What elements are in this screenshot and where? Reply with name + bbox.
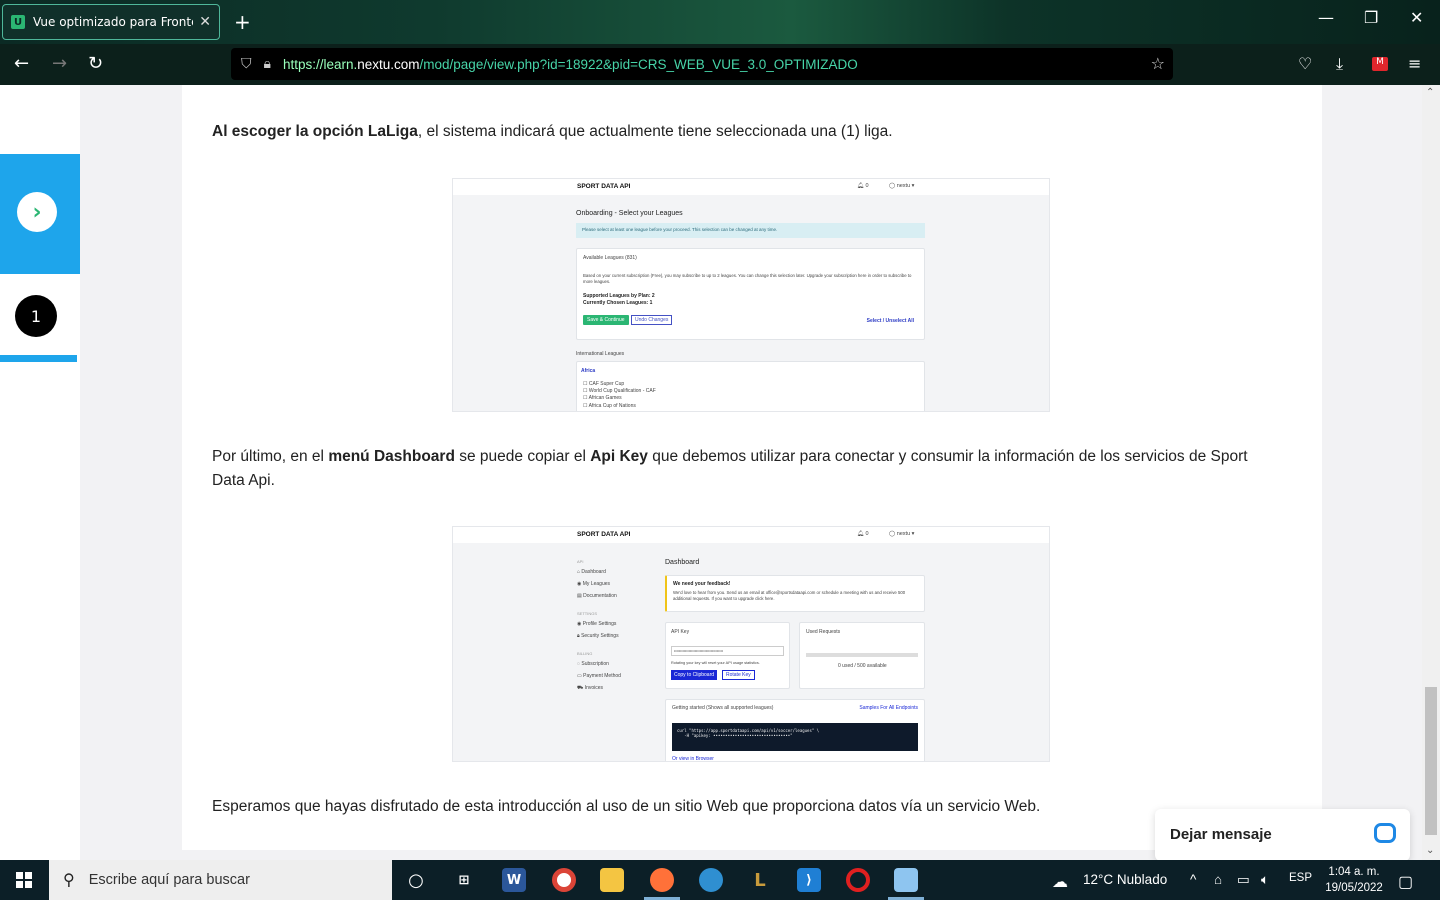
scroll-thumb[interactable] [1425, 687, 1437, 835]
word-icon[interactable]: W [502, 868, 526, 892]
opera-icon[interactable] [846, 868, 870, 892]
info-alert: Please select at least one league before… [576, 223, 925, 238]
edge-icon[interactable] [699, 868, 723, 892]
step-progress-bar [0, 355, 77, 362]
bell-icon: 🔔︎ 0 [857, 183, 869, 189]
onboarding-screenshot: SPORT DATA API 🔔︎ 0 ◯ nextu ▾ Onboarding… [452, 178, 1050, 412]
minimize-icon[interactable]: — [1318, 8, 1334, 27]
language-indicator[interactable]: ESP [1289, 872, 1312, 884]
forward-icon[interactable]: → [52, 53, 67, 74]
task-view-icon[interactable]: ⊞ [452, 868, 476, 892]
page-viewport: › 1 Al escoger la opción LaLiga, el sist… [0, 85, 1440, 860]
leagues-list-card: Africa ☐ CAF Super Cup ☐ World Cup Quali… [576, 361, 925, 411]
back-icon[interactable]: ← [14, 53, 29, 74]
scroll-up-icon[interactable]: ⌃ [1426, 87, 1434, 98]
page-scrollbar[interactable]: ⌃ ⌄ [1422, 85, 1440, 860]
chat-widget[interactable]: Dejar mensaje [1155, 809, 1410, 860]
cortana-icon[interactable]: ○ [404, 868, 428, 892]
search-placeholder: Escribe aquí para buscar [88, 872, 250, 888]
paint-icon[interactable] [894, 868, 918, 892]
select-all-link: Select / Unselect All [866, 318, 914, 324]
copy-clipboard-button: Copy to Clipboard [671, 670, 718, 680]
getting-started-card: Getting started (Shows all supported lea… [665, 699, 925, 761]
maximize-icon[interactable]: ❐ [1364, 8, 1378, 27]
used-requests-card: Used Requests 0 used / 500 available [799, 622, 925, 689]
chat-label: Dejar mensaje [1170, 826, 1272, 843]
network-icon[interactable]: ▭ [1237, 872, 1250, 888]
code-block: curl "https://app.sportdataapi.com/api/v… [672, 723, 918, 751]
new-tab-button[interactable]: + [234, 10, 251, 34]
system-clock[interactable]: 1:04 a. m. 19/05/2022 [1322, 864, 1386, 896]
user-menu: ◯ nextu ▾ [889, 531, 915, 537]
windows-taskbar: ⚲ Escribe aquí para buscar ○ ⊞ W L ⟩ ☁ 1… [0, 860, 1440, 900]
close-window-icon[interactable]: ✕ [1410, 8, 1423, 27]
scroll-down-icon[interactable]: ⌄ [1426, 845, 1434, 856]
url-bar[interactable]: ⛉ 🔒︎ https://learn.nextu.com/mod/page/vi… [231, 48, 1173, 80]
step-number[interactable]: 1 [15, 295, 57, 337]
cloud-icon[interactable]: ☁ [1052, 872, 1068, 892]
bell-icon: 🔔︎ 0 [857, 531, 869, 537]
dashboard-screenshot: SPORT DATA API 🔔︎ 0 ◯ nextu ▾ API ⌂ Dash… [452, 526, 1050, 762]
api-key-card: API Key ••••••••••••••••••••••••••••••••… [665, 622, 790, 689]
tray-chevron-icon[interactable]: ^ [1190, 872, 1196, 887]
taskbar-search[interactable]: ⚲ Escribe aquí para buscar [49, 860, 392, 900]
vscode-icon[interactable]: ⟩ [797, 868, 821, 892]
windows-start-icon[interactable] [16, 872, 32, 888]
volume-icon[interactable]: 🔈︎ [1261, 872, 1269, 888]
search-icon: ⚲ [63, 872, 75, 889]
url-text: https://learn.nextu.com/mod/page/view.ph… [282, 56, 858, 72]
site-favicon-icon: U [11, 15, 25, 29]
paragraph-dashboard: Por último, en el menú Dashboard se pued… [212, 448, 1248, 489]
pocket-icon[interactable]: ♡ [1298, 54, 1312, 73]
chat-bubble-icon[interactable] [1374, 823, 1396, 843]
paragraph-laliga: Al escoger la opción LaLiga, el sistema … [212, 123, 893, 140]
league-of-legends-icon[interactable]: L [748, 868, 772, 892]
file-explorer-icon[interactable] [600, 868, 624, 892]
user-menu: ◯ nextu ▾ [889, 183, 915, 189]
chrome-icon[interactable] [552, 868, 576, 892]
bookmark-star-icon[interactable]: ☆ [1151, 54, 1165, 73]
undo-changes-button: Undo Changes [631, 315, 673, 325]
menu-icon[interactable]: ≡ [1408, 54, 1421, 73]
notifications-icon[interactable]: ▢ [1398, 872, 1413, 892]
camera-icon[interactable]: ⌂ [1214, 872, 1222, 887]
expand-chevron-icon[interactable]: › [17, 192, 57, 232]
browser-tab-active[interactable]: U Vue optimizado para Frontend ✕ [2, 4, 220, 40]
close-tab-icon[interactable]: ✕ [199, 14, 211, 30]
extension-icon[interactable]: M [1372, 57, 1388, 71]
shield-icon[interactable]: ⛉ [241, 56, 252, 72]
feedback-card: We need your feedback! We'd love to hear… [665, 575, 925, 612]
browser-tab-strip: U Vue optimizado para Frontend ✕ + — ❐ ✕ [0, 0, 1440, 44]
download-icon[interactable]: ⤓ [1336, 54, 1343, 74]
firefox-icon[interactable] [650, 868, 674, 892]
weather-text[interactable]: 12°C Nublado [1083, 872, 1167, 887]
course-sidebar: › 1 [0, 85, 80, 860]
lesson-content: Al escoger la opción LaLiga, el sistema … [182, 85, 1322, 850]
sport-data-brand: SPORT DATA API [577, 183, 631, 190]
lock-icon[interactable]: 🔒︎ [264, 56, 271, 72]
tab-title: Vue optimizado para Frontend [33, 15, 193, 29]
reload-icon[interactable]: ↻ [88, 53, 103, 74]
save-continue-button: Save & Continue [583, 315, 629, 325]
rotate-key-button: Rotate Key [722, 670, 755, 680]
available-leagues-card: Available Leagues (831) Based on your cu… [576, 248, 925, 340]
onboarding-title: Onboarding - Select your Leagues [576, 210, 683, 217]
paragraph-closing: Esperamos que hayas disfrutado de esta i… [212, 798, 1041, 815]
